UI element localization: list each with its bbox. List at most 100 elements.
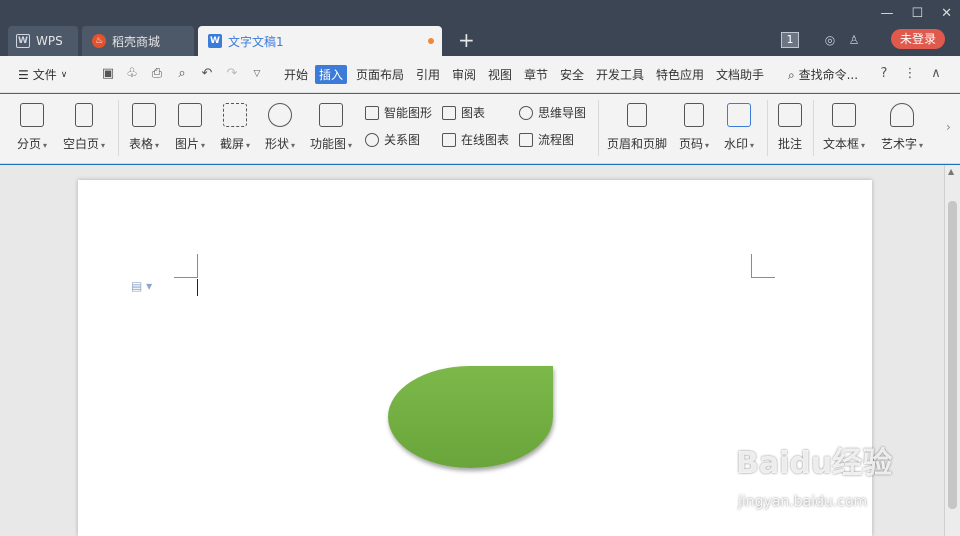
- smart-art-label: 智能图形: [384, 106, 433, 120]
- relation-chart-button[interactable]: 关系图: [365, 131, 420, 148]
- picture-label: 图片: [174, 137, 199, 151]
- window-count-badge[interactable]: 1: [781, 32, 799, 48]
- paragraph-layout-icon[interactable]: ▤ ▾: [131, 279, 152, 293]
- menu-review[interactable]: 审阅: [452, 66, 476, 83]
- tab-label: 稻壳商城: [112, 34, 161, 49]
- comment-button[interactable]: 批注: [774, 94, 806, 152]
- menu-doc-assistant[interactable]: 文档助手: [716, 66, 764, 83]
- leaf-shape[interactable]: [388, 366, 553, 468]
- blank-page-icon: [75, 103, 93, 127]
- online-chart-button[interactable]: 在线图表: [442, 131, 509, 148]
- blank-page-button[interactable]: 空白页 ▾: [60, 94, 108, 152]
- screenshot-icon: [223, 103, 247, 127]
- flowchart-button[interactable]: 流程图: [519, 131, 574, 148]
- shirt-icon[interactable]: ♙: [846, 32, 862, 48]
- relation-chart-label: 关系图: [384, 133, 421, 147]
- ribbon-divider: [598, 100, 599, 156]
- hamburger-icon: ☰: [18, 67, 29, 82]
- menu-special[interactable]: 特色应用: [656, 66, 704, 83]
- page-break-label: 分页: [16, 137, 41, 151]
- table-icon: [132, 103, 156, 127]
- header-footer-button[interactable]: 页眉和页脚: [605, 94, 669, 152]
- page-break-icon: [20, 103, 44, 127]
- menu-view[interactable]: 视图: [488, 66, 512, 83]
- print-preview-icon[interactable]: ⌕: [174, 66, 190, 82]
- function-chart-icon: [319, 103, 343, 127]
- file-menu[interactable]: ☰ 文件 ∨: [18, 66, 67, 83]
- word-art-button[interactable]: 艺术字 ▾: [878, 94, 926, 152]
- page-number-button[interactable]: 页码 ▾: [676, 94, 712, 152]
- close-icon[interactable]: ✕: [941, 6, 952, 21]
- text-cursor: [197, 279, 198, 296]
- baidu-jingyan-watermark: Baidu经验: [736, 446, 893, 481]
- menu-start[interactable]: 开始: [284, 66, 308, 83]
- ribbon-scroll-right-icon[interactable]: ›: [946, 120, 951, 134]
- command-search[interactable]: ⌕ 查找命令...: [788, 66, 858, 83]
- help-icon[interactable]: ?: [876, 66, 892, 82]
- header-footer-label: 页眉和页脚: [606, 137, 667, 151]
- menu-bar: ☰ 文件 ∨ ▣ ♧ ⎙ ⌕ ↶ ↷ ▽ 开始 插入 页面布局 引用 审阅 视图…: [0, 56, 960, 93]
- mind-map-button[interactable]: 思维导图: [519, 104, 586, 121]
- watermark-icon: [727, 103, 751, 127]
- page-number-label: 页码: [678, 137, 703, 151]
- mind-map-icon: [519, 105, 533, 120]
- shape-label: 形状: [264, 137, 289, 151]
- tab-label: 文字文稿1: [228, 34, 284, 49]
- scroll-up-icon[interactable]: ▲: [948, 167, 954, 176]
- chart-label: 图表: [461, 106, 486, 120]
- menu-section[interactable]: 章节: [524, 66, 548, 83]
- picture-icon: [178, 103, 202, 127]
- watermark-button[interactable]: 水印 ▾: [721, 94, 757, 152]
- menu-page-layout[interactable]: 页面布局: [356, 66, 404, 83]
- ribbon-divider: [767, 100, 768, 156]
- smart-art-button[interactable]: 智能图形: [365, 104, 432, 121]
- ribbon-divider: [813, 100, 814, 156]
- blank-page-label: 空白页: [62, 137, 99, 151]
- margin-corner-top-right: [751, 254, 775, 278]
- tab-wps[interactable]: W WPS: [8, 26, 78, 56]
- relation-chart-icon: [365, 132, 379, 147]
- unsaved-dot-icon: [428, 38, 434, 44]
- chart-button[interactable]: 图表: [442, 104, 485, 121]
- flowchart-icon: [519, 132, 533, 147]
- collapse-ribbon-icon[interactable]: ∧: [928, 66, 944, 82]
- bar-chart-icon: [442, 105, 456, 120]
- file-menu-label: 文件: [32, 68, 57, 82]
- login-button[interactable]: 未登录: [891, 29, 945, 49]
- tab-label: WPS: [36, 34, 63, 48]
- more-options-icon[interactable]: ⋮: [902, 66, 918, 82]
- format-painter-icon[interactable]: ♧: [124, 66, 140, 82]
- new-tab-button[interactable]: +: [458, 28, 475, 52]
- screenshot-button[interactable]: 截屏 ▾: [217, 94, 253, 152]
- table-button[interactable]: 表格 ▾: [126, 94, 162, 152]
- menu-references[interactable]: 引用: [416, 66, 440, 83]
- page-break-button[interactable]: 分页 ▾: [14, 94, 50, 152]
- function-chart-button[interactable]: 功能图 ▾: [307, 94, 355, 152]
- document-page[interactable]: [78, 180, 872, 536]
- redo-icon[interactable]: ↷: [224, 66, 240, 82]
- table-label: 表格: [128, 137, 153, 151]
- menu-security[interactable]: 安全: [560, 66, 584, 83]
- word-art-label: 艺术字: [880, 137, 917, 151]
- menu-insert[interactable]: 插入: [315, 65, 348, 84]
- minimize-icon[interactable]: —: [880, 6, 893, 21]
- text-box-button[interactable]: 文本框 ▾: [820, 94, 868, 152]
- maximize-icon[interactable]: ☐: [911, 6, 923, 21]
- skin-icon[interactable]: ◎: [822, 32, 838, 48]
- vertical-scrollbar[interactable]: ▲: [944, 165, 960, 536]
- watermark-url: jingyan.baidu.com: [738, 494, 868, 510]
- shape-button[interactable]: 形状 ▾: [262, 94, 298, 152]
- wps-logo-icon: W: [16, 34, 30, 48]
- tab-document[interactable]: W 文字文稿1: [198, 26, 442, 56]
- save-icon[interactable]: ▣: [100, 66, 116, 82]
- undo-icon[interactable]: ↶: [199, 66, 215, 82]
- docer-store-icon: ♨: [92, 34, 106, 48]
- print-icon[interactable]: ⎙: [149, 66, 165, 82]
- function-chart-label: 功能图: [309, 137, 346, 151]
- scrollbar-thumb[interactable]: [948, 201, 957, 509]
- menu-developer[interactable]: 开发工具: [596, 66, 644, 83]
- comment-label: 批注: [777, 137, 802, 151]
- customize-toolbar-icon[interactable]: ▽: [249, 66, 265, 82]
- picture-button[interactable]: 图片 ▾: [172, 94, 208, 152]
- tab-docer-store[interactable]: ♨ 稻壳商城: [82, 26, 194, 56]
